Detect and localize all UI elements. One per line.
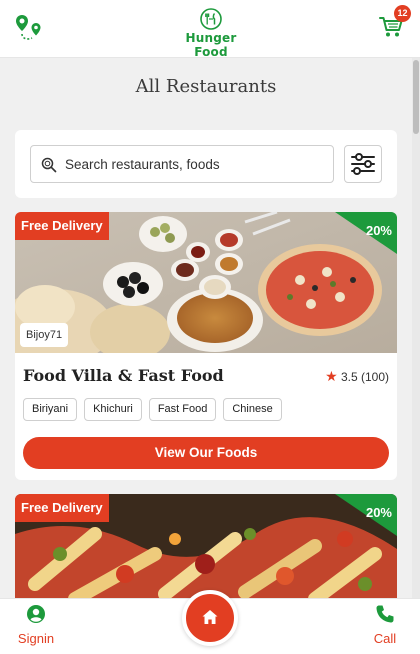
logo-text: Hunger Food [185,31,237,59]
search-panel [15,130,397,198]
scrollbar-track[interactable] [412,58,420,598]
restaurant-card[interactable]: Free Delivery 20% Bijoy71 Food Villa & F… [15,212,397,480]
free-delivery-badge: Free Delivery [15,494,109,522]
cart-count-badge: 12 [394,5,411,22]
scrollbar-thumb[interactable] [413,60,419,134]
cuisine-tag[interactable]: Chinese [223,398,282,421]
discount-label: 20% [365,505,392,520]
discount-label: 20% [365,223,392,238]
free-delivery-badge: Free Delivery [15,212,109,240]
restaurant-card[interactable]: Free Delivery 20% [15,494,397,604]
phone-icon [376,605,394,623]
cuisine-tags: Biriyani Khichuri Fast Food Chinese [23,398,282,421]
restaurant-rating: ★ 3.5 (100) [325,368,389,385]
app-header: Hunger Food 12 [0,0,420,59]
filter-button[interactable] [344,145,382,183]
sliders-icon [351,153,375,175]
restaurant-name[interactable]: Food Villa & Fast Food [23,366,224,385]
restaurant-photo[interactable]: Free Delivery 20% [15,494,397,604]
cuisine-tag[interactable]: Khichuri [84,398,142,421]
search-box[interactable] [30,145,334,183]
search-icon [41,157,57,173]
star-icon: ★ [325,368,338,384]
search-input[interactable] [65,146,331,182]
signin-label: Signin [17,631,55,646]
signin-nav-item[interactable]: Signin [8,604,64,652]
home-button[interactable] [182,590,238,646]
call-label: Call [373,631,397,646]
user-circle-icon [27,605,45,623]
page-title: All Restaurants [135,76,277,97]
route-pin-icon[interactable] [14,12,44,42]
rating-value: 3.5 (100) [340,370,389,384]
brand-logo[interactable]: Hunger Food [170,8,252,59]
logo-mark-icon [200,8,222,30]
view-foods-button[interactable]: View Our Foods [23,437,389,469]
home-icon [202,610,218,624]
restaurant-photo[interactable]: Free Delivery 20% Bijoy71 [15,212,397,353]
cuisine-tag[interactable]: Fast Food [148,398,217,421]
owner-tag: Bijoy71 [20,323,69,347]
cuisine-tag[interactable]: Biriyani [23,398,78,421]
call-nav-item[interactable]: Call [358,604,412,652]
